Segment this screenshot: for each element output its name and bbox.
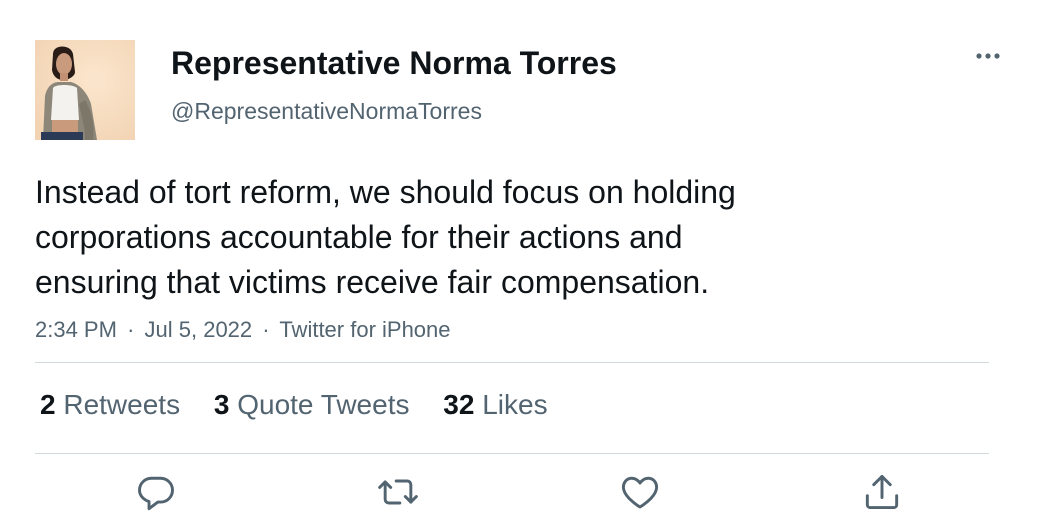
tweet-text: Instead of tort reform, we should focus … — [35, 170, 995, 305]
tweet-card: Representative Norma Torres @Representat… — [0, 0, 1050, 525]
tweet-time[interactable]: 2:34 PM — [35, 317, 117, 342]
share-button[interactable] — [860, 470, 904, 514]
display-name[interactable]: Representative Norma Torres — [171, 44, 617, 82]
more-dots-icon — [976, 53, 1000, 59]
tweet-text-line: Instead of tort reform, we should focus … — [35, 174, 736, 210]
user-handle[interactable]: @RepresentativeNormaTorres — [171, 97, 482, 125]
more-options-button[interactable] — [967, 38, 1011, 74]
tweet-source[interactable]: Twitter for iPhone — [279, 317, 450, 342]
heart-icon — [621, 476, 659, 509]
quote-tweets-count: 3 — [213, 389, 230, 420]
share-icon — [865, 474, 899, 510]
profile-photo-icon — [35, 40, 135, 140]
divider — [35, 453, 989, 454]
divider — [35, 362, 989, 363]
tweet-meta: 2:34 PM · Jul 5, 2022 · Twitter for iPho… — [35, 316, 451, 344]
meta-separator: · — [127, 317, 135, 342]
meta-separator: · — [262, 317, 270, 342]
action-bar — [0, 470, 1050, 520]
reply-icon — [138, 476, 174, 511]
likes-label: Likes — [482, 389, 548, 420]
retweet-button[interactable] — [376, 470, 420, 514]
likes-stat[interactable]: 32 Likes — [443, 388, 547, 422]
retweets-stat[interactable]: 2 Retweets — [40, 388, 180, 422]
avatar[interactable] — [35, 40, 135, 140]
tweet-text-line: corporations accountable for their actio… — [35, 219, 683, 255]
like-button[interactable] — [618, 470, 662, 514]
tweet-stats: 2 Retweets 3 Quote Tweets 32 Likes — [40, 388, 574, 422]
retweet-icon — [378, 479, 418, 505]
tweet-date[interactable]: Jul 5, 2022 — [145, 317, 253, 342]
quote-tweets-stat[interactable]: 3 Quote Tweets — [214, 388, 410, 422]
tweet-text-line: ensuring that victims receive fair compe… — [35, 264, 710, 300]
reply-button[interactable] — [134, 470, 178, 514]
retweets-label: Retweets — [63, 389, 181, 420]
likes-count: 32 — [443, 389, 475, 420]
quote-tweets-label: Quote Tweets — [237, 389, 410, 420]
retweets-count: 2 — [40, 389, 56, 420]
